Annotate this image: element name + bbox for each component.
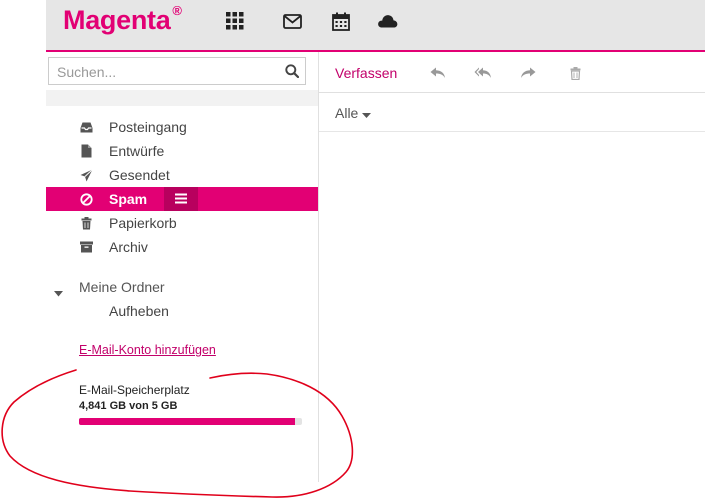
compose-button[interactable]: Verfassen (335, 65, 397, 81)
search-input[interactable] (55, 59, 279, 85)
unsubscribe-link[interactable]: Aufheben (109, 303, 169, 319)
storage-progress-fill (79, 418, 295, 425)
mail-icon[interactable] (281, 10, 303, 32)
folder-inbox[interactable]: Posteingang (46, 115, 318, 139)
logo-mark: ® (172, 3, 182, 18)
folder-label: Posteingang (109, 119, 187, 135)
caret-down-icon (362, 106, 372, 122)
filter-dropdown[interactable]: Alle (335, 105, 372, 122)
inbox-icon (79, 120, 93, 134)
forward-icon[interactable] (519, 65, 537, 81)
mail-toolbar: Verfassen (319, 52, 705, 93)
reply-all-icon[interactable] (474, 65, 492, 81)
filter-bar: Alle (319, 93, 705, 132)
storage-usage-text: 4,841 GB von 5 GB (79, 400, 178, 412)
folder-trash[interactable]: Papierkorb (46, 211, 318, 235)
calendar-icon[interactable] (330, 10, 352, 32)
top-bar: Magenta ® (46, 0, 705, 52)
folder-label: Gesendet (109, 167, 170, 183)
search-icon[interactable] (285, 64, 300, 83)
folder-label: Papierkorb (109, 215, 177, 231)
sidebar: Posteingang Entwürfe Gesendet Spam Papie… (46, 52, 319, 482)
my-folders-label: Meine Ordner (79, 279, 165, 295)
storage-progress-bar (79, 418, 302, 425)
folder-sent[interactable]: Gesendet (46, 163, 318, 187)
my-folders-toggle[interactable]: Meine Ordner (46, 278, 318, 298)
folder-label: Entwürfe (109, 143, 165, 159)
caret-down-icon (54, 284, 63, 300)
search-box (48, 57, 306, 85)
ban-icon (79, 192, 93, 206)
add-email-account-link[interactable]: E-Mail-Konto hinzufügen (79, 343, 216, 357)
delete-icon[interactable] (566, 65, 584, 81)
logo-text: Magenta (63, 5, 171, 35)
left-gutter (0, 0, 46, 503)
filter-label: Alle (335, 105, 359, 121)
folder-menu-button[interactable] (164, 187, 198, 211)
storage-title: E-Mail-Speicherplatz (79, 383, 190, 397)
cloud-icon[interactable] (376, 10, 398, 32)
folder-label: Archiv (109, 239, 148, 255)
folder-spam[interactable]: Spam (46, 187, 318, 211)
paper-plane-icon (79, 168, 93, 182)
magenta-logo[interactable]: Magenta ® (63, 3, 182, 36)
folder-archive[interactable]: Archiv (46, 235, 318, 259)
folder-drafts[interactable]: Entwürfe (46, 139, 318, 163)
hamburger-icon (175, 191, 187, 207)
folder-label: Spam (109, 191, 148, 207)
trash-icon (79, 216, 93, 230)
apps-grid-icon[interactable] (224, 10, 246, 32)
sidebar-separator (46, 90, 318, 106)
file-icon (79, 144, 93, 158)
archive-icon (79, 240, 93, 254)
reply-icon[interactable] (429, 65, 447, 81)
